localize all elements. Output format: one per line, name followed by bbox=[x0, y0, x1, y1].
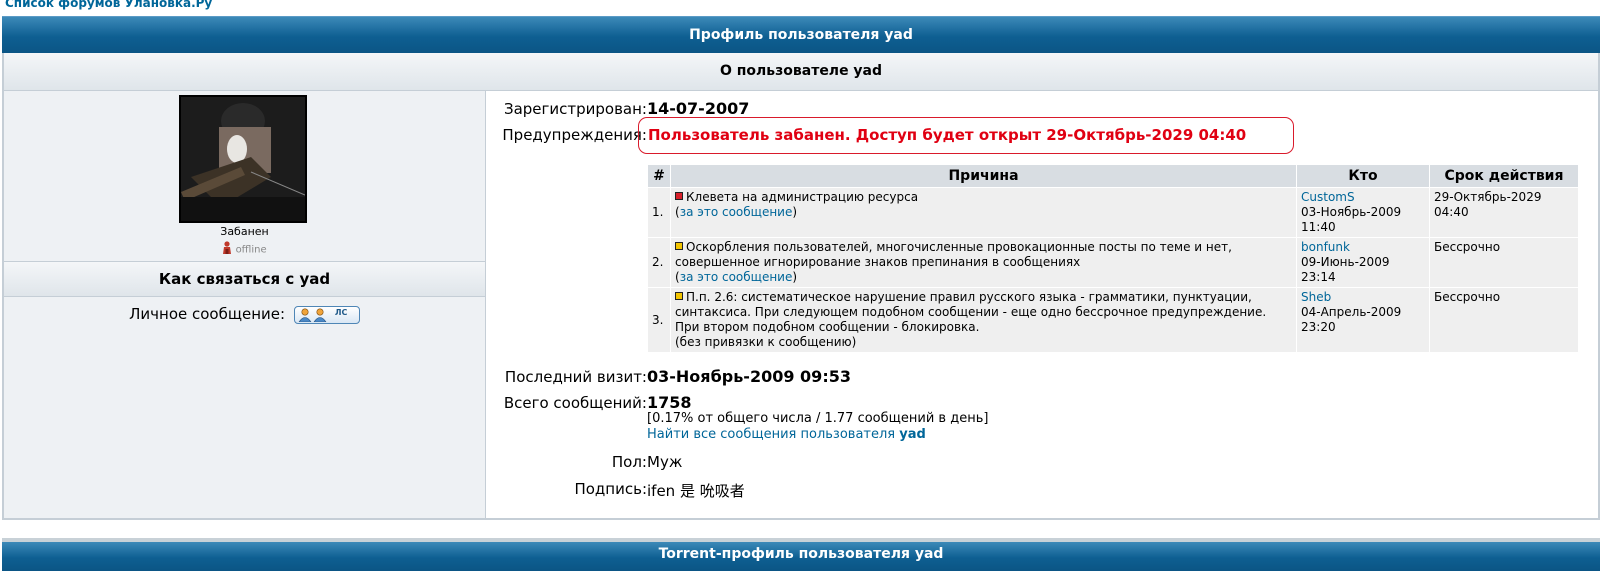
torrent-profile-header-bar: Torrent-профиль пользователя yad bbox=[2, 538, 1600, 571]
warning-row: 3. П.п. 2.6: систематическое нарушение п… bbox=[647, 287, 1579, 353]
warning-reason-cell: Клевета на администрацию ресурса (за это… bbox=[670, 187, 1297, 238]
gender-label: Пол: bbox=[611, 453, 647, 471]
warning-reason: Клевета на администрацию ресурса bbox=[686, 190, 919, 204]
posts-stats: [0.17% от общего числа / 1.77 сообщений … bbox=[647, 411, 989, 426]
gender-value: Муж bbox=[647, 453, 683, 471]
signature-label: Подпись: bbox=[574, 480, 647, 498]
warning-date: 09-Июнь-2009 bbox=[1301, 255, 1390, 269]
warning-post-link[interactable]: за это сообщение bbox=[680, 270, 793, 284]
offline-status-text: offline bbox=[235, 244, 267, 256]
warning-post-link[interactable]: за это сообщение bbox=[680, 205, 793, 219]
warning-author-link[interactable]: Sheb bbox=[1301, 290, 1331, 304]
warnings-label: Предупреждения: bbox=[502, 126, 647, 144]
warning-term-cell: Бессрочно bbox=[1429, 237, 1579, 288]
offline-status-icon bbox=[222, 241, 232, 258]
warning-term: 29-Октябрь-2029 bbox=[1434, 190, 1542, 204]
profile-title: Профиль пользователя yad bbox=[689, 27, 913, 43]
warning-date: 03-Ноябрь-2009 bbox=[1301, 205, 1402, 219]
warning-time: 23:14 bbox=[1301, 270, 1336, 284]
last-visit-label: Последний визит: bbox=[504, 368, 647, 386]
about-user-header: О пользователе yad bbox=[4, 53, 1598, 91]
warning-row: 2. Оскорбления пользователей, многочисле… bbox=[647, 237, 1579, 288]
warning-row: 1. Клевета на администрацию ресурса (за … bbox=[647, 187, 1579, 238]
total-posts-value: 1758 bbox=[647, 393, 692, 412]
profile-panel: О пользователе yad Забанен offline Как с… bbox=[2, 53, 1600, 520]
user-icon bbox=[313, 307, 327, 322]
private-message-label: Личное сообщение: bbox=[129, 305, 286, 323]
registered-label: Зарегистрирован: bbox=[503, 100, 647, 118]
column-header-who: Кто bbox=[1296, 164, 1430, 188]
user-icon bbox=[298, 307, 312, 322]
torrent-profile-title: Torrent-профиль пользователя yad bbox=[658, 546, 944, 562]
private-message-button[interactable]: ЛС bbox=[293, 305, 360, 324]
warning-number: 1. bbox=[647, 187, 671, 238]
warning-severity-icon bbox=[675, 292, 683, 300]
warnings-table-header: # Причина Кто Срок действия bbox=[647, 164, 1579, 188]
find-all-posts-link[interactable]: Найти все сообщения пользователя yad bbox=[647, 427, 926, 442]
warning-who-cell: Sheb 04-Апрель-2009 23:20 bbox=[1296, 287, 1430, 353]
warning-no-post: (без привязки к сообщению) bbox=[675, 335, 857, 349]
warning-who-cell: CustomS 03-Ноябрь-2009 11:40 bbox=[1296, 187, 1430, 238]
warnings-table: # Причина Кто Срок действия 1. Клевета н… bbox=[647, 164, 1579, 353]
registered-value: 14-07-2007 bbox=[647, 99, 750, 118]
warning-author-link[interactable]: bonfunk bbox=[1301, 240, 1350, 254]
warning-time: 11:40 bbox=[1301, 220, 1336, 234]
column-header-reason: Причина bbox=[670, 164, 1297, 188]
total-posts-label: Всего сообщений: bbox=[503, 394, 647, 412]
find-posts-text: Найти все сообщения пользователя bbox=[647, 427, 896, 442]
breadcrumb-forum-list[interactable]: Список форумов Улановка.Ру bbox=[5, 0, 212, 12]
warning-term-cell: 29-Октябрь-2029 04:40 bbox=[1429, 187, 1579, 238]
warning-who-cell: bonfunk 09-Июнь-2009 23:14 bbox=[1296, 237, 1430, 288]
warning-severity-icon bbox=[675, 192, 683, 200]
warning-number: 2. bbox=[647, 237, 671, 288]
user-details: Зарегистрирован: 14-07-2007 Предупрежден… bbox=[486, 91, 1598, 518]
warning-term-cell: Бессрочно bbox=[1429, 287, 1579, 353]
warning-term: Бессрочно bbox=[1434, 290, 1501, 304]
online-status: offline bbox=[4, 241, 485, 258]
user-rank: Забанен bbox=[220, 225, 269, 238]
column-header-number: # bbox=[647, 164, 671, 188]
warning-reason: Оскорбления пользователей, многочисленны… bbox=[675, 240, 1232, 269]
warning-reason-cell: П.п. 2.6: систематическое нарушение прав… bbox=[670, 287, 1297, 353]
warning-date: 04-Апрель-2009 bbox=[1301, 305, 1402, 319]
private-message-row: Личное сообщение: ЛС bbox=[4, 305, 485, 324]
private-message-button-text: ЛС bbox=[334, 307, 348, 317]
column-header-term: Срок действия bbox=[1429, 164, 1579, 188]
user-sidebar: Забанен offline Как связаться с yad Личн… bbox=[4, 91, 486, 518]
warning-author-link[interactable]: CustomS bbox=[1301, 190, 1355, 204]
contact-header: Как связаться с yad bbox=[4, 261, 485, 297]
warning-term: Бессрочно bbox=[1434, 240, 1501, 254]
warning-number: 3. bbox=[647, 287, 671, 353]
warning-time: 23:20 bbox=[1301, 320, 1336, 334]
about-user-title: О пользователе yad bbox=[719, 63, 883, 79]
last-visit-value: 03-Ноябрь-2009 09:53 bbox=[647, 367, 851, 386]
find-posts-username: yad bbox=[899, 427, 926, 442]
warning-severity-icon bbox=[675, 242, 683, 250]
signature-value: ifen 是 吮吸者 bbox=[647, 482, 745, 500]
user-avatar bbox=[179, 95, 307, 223]
warning-reason: П.п. 2.6: систематическое нарушение прав… bbox=[675, 290, 1267, 334]
warning-reason-cell: Оскорбления пользователей, многочисленны… bbox=[670, 237, 1297, 288]
profile-header-bar: Профиль пользователя yad bbox=[2, 16, 1600, 53]
ban-notice: Пользователь забанен. Доступ будет откры… bbox=[638, 117, 1294, 154]
warning-term-time: 04:40 bbox=[1434, 205, 1469, 219]
